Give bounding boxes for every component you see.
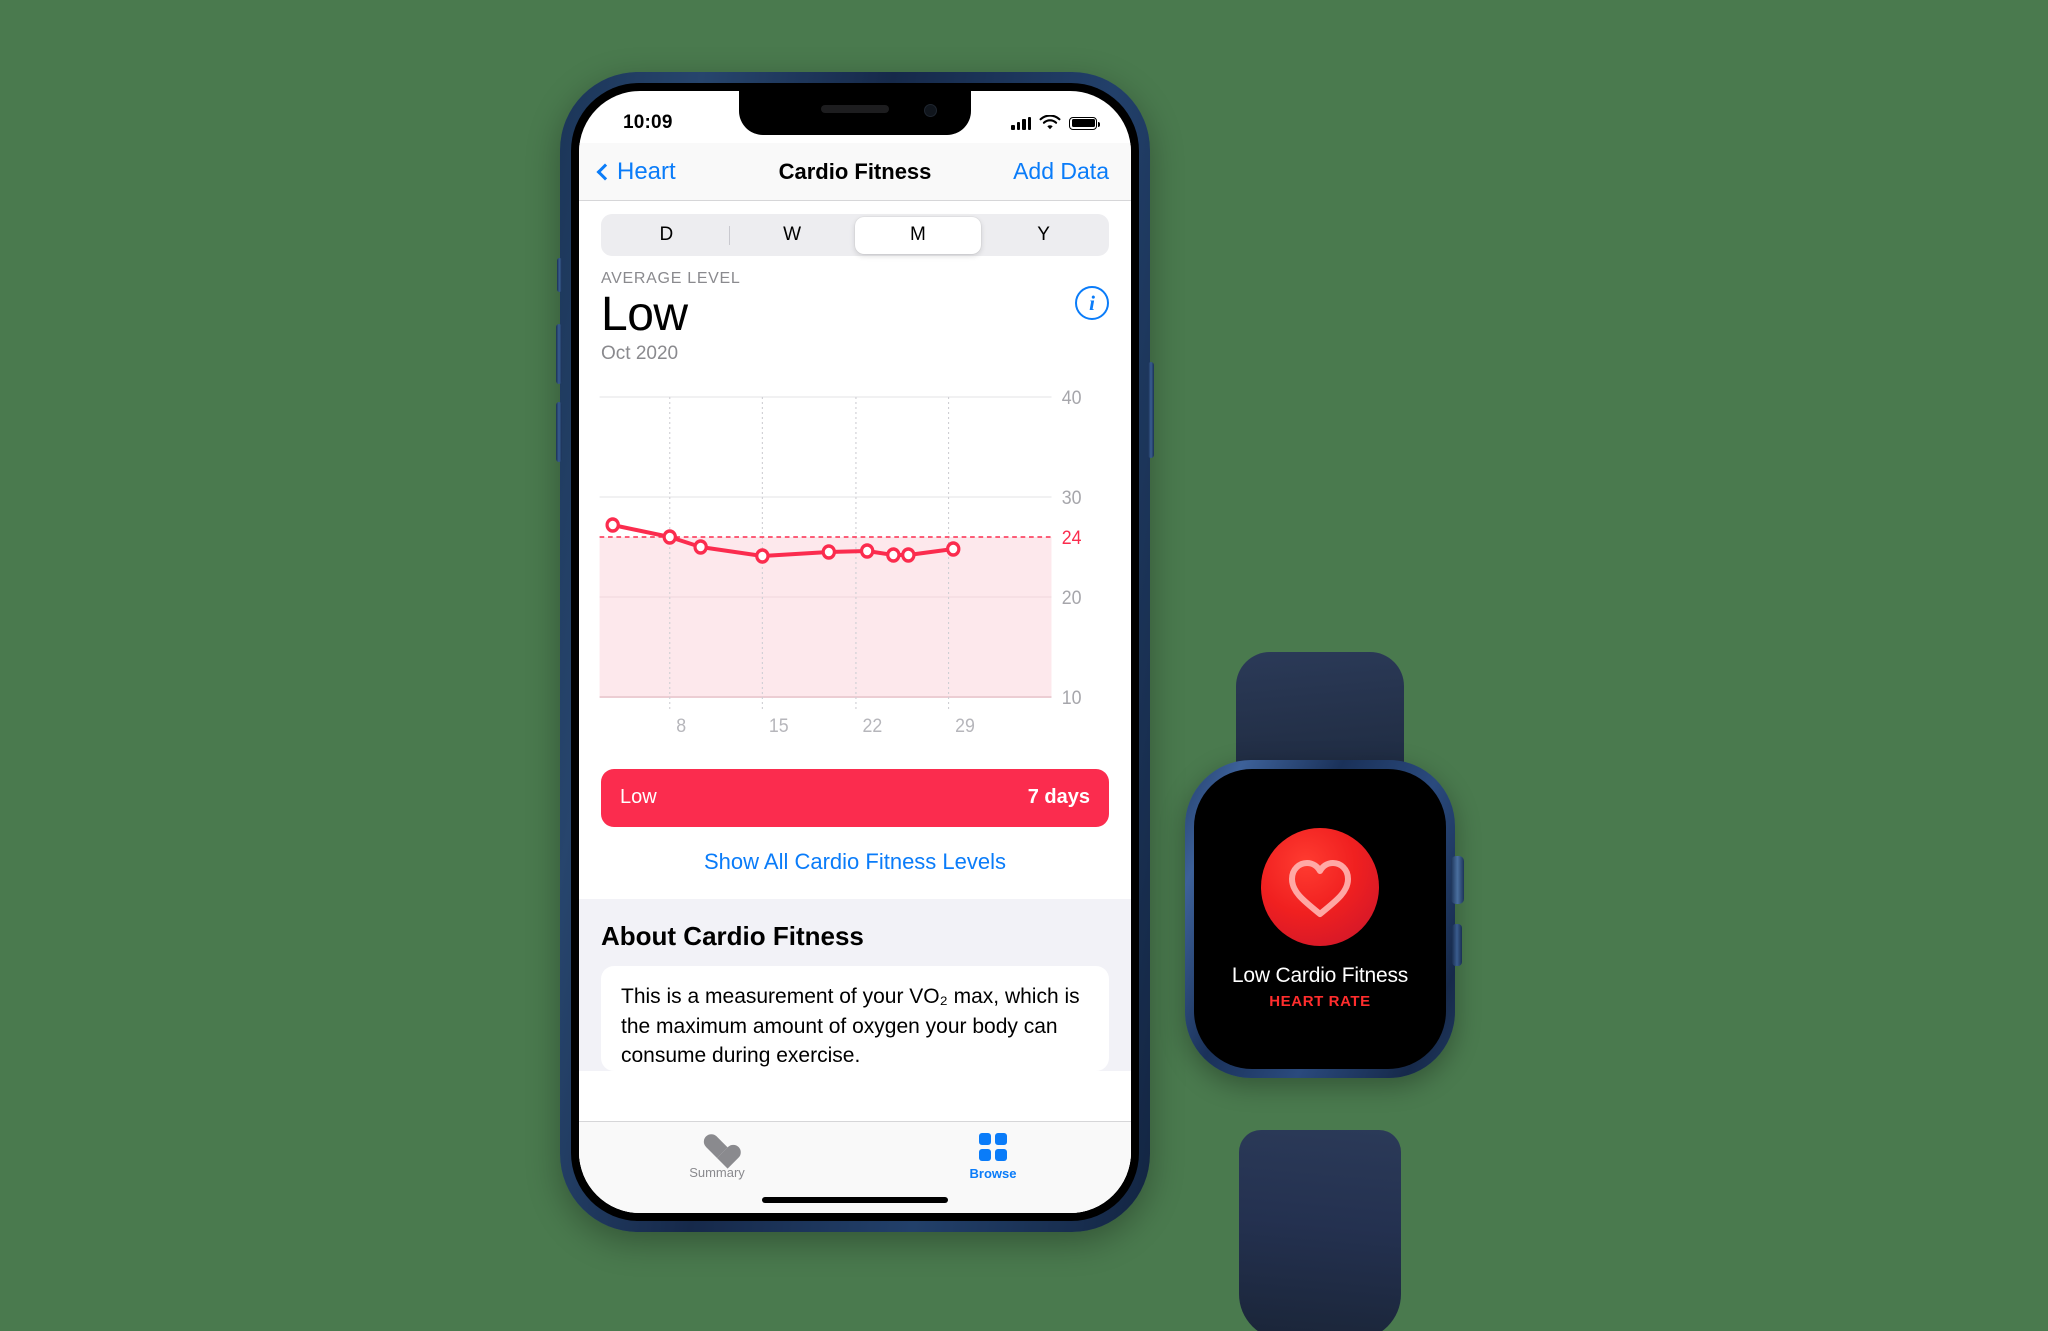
earpiece-speaker xyxy=(821,105,889,113)
iphone-device: 10:09 Heart Cardio Fitness Add Data D W … xyxy=(556,72,1154,1232)
status-bar-indicators xyxy=(1011,115,1100,131)
cardio-fitness-chart[interactable]: 40 30 24 20 10 8 15 22 29 xyxy=(579,379,1131,749)
home-indicator[interactable] xyxy=(762,1197,948,1203)
show-all-levels-link[interactable]: Show All Cardio Fitness Levels xyxy=(579,827,1131,895)
data-point xyxy=(755,548,770,564)
watch-screen: Low Cardio Fitness HEART RATE xyxy=(1194,769,1446,1069)
iphone-bezel: 10:09 Heart Cardio Fitness Add Data D W … xyxy=(571,83,1139,1221)
tab-browse-label: Browse xyxy=(969,1166,1017,1181)
xtick-15: 15 xyxy=(769,714,789,736)
wifi-icon xyxy=(1039,115,1061,130)
ytick-40: 40 xyxy=(1062,386,1082,408)
tab-summary-label: Summary xyxy=(689,1165,745,1180)
chevron-left-icon xyxy=(596,163,614,180)
status-bar-time: 10:09 xyxy=(623,112,673,133)
data-point xyxy=(886,547,901,563)
level-summary-pill[interactable]: Low 7 days xyxy=(601,768,1109,827)
average-level-value: Low xyxy=(601,288,688,341)
watch-notification-subtitle: HEART RATE xyxy=(1269,993,1371,1010)
info-icon[interactable]: i xyxy=(1075,286,1109,320)
about-card: This is a measurement of your VO₂ max, w… xyxy=(601,965,1109,1072)
iphone-screen: 10:09 Heart Cardio Fitness Add Data D W … xyxy=(579,91,1131,1213)
time-range-selector: D W M Y xyxy=(579,201,1131,256)
front-camera-icon xyxy=(924,104,937,117)
watch-side-button[interactable] xyxy=(1452,924,1462,966)
data-point xyxy=(946,541,961,557)
ytick-20: 20 xyxy=(1062,586,1082,608)
cellular-signal-icon xyxy=(1011,116,1031,130)
page-content: D W M Y AVERAGE LEVEL Low Oct 2020 i 40 … xyxy=(579,201,1131,1213)
data-point xyxy=(859,543,875,559)
chart-svg: 40 30 24 20 10 8 15 22 29 xyxy=(599,386,1082,736)
about-section-title: About Cardio Fitness xyxy=(601,920,864,951)
navigation-bar: Heart Cardio Fitness Add Data xyxy=(579,143,1131,201)
notch xyxy=(739,91,971,135)
volume-up-button[interactable] xyxy=(556,324,562,384)
date-range-label: Oct 2020 xyxy=(601,342,679,364)
xtick-29: 29 xyxy=(955,714,975,736)
about-section: About Cardio Fitness This is a measureme… xyxy=(579,898,1131,1072)
heart-icon xyxy=(1261,828,1379,946)
mute-switch[interactable] xyxy=(557,258,562,292)
power-button[interactable] xyxy=(1148,362,1154,458)
data-point xyxy=(901,547,916,563)
back-button-label: Heart xyxy=(617,157,676,185)
data-point xyxy=(605,517,620,533)
digital-crown[interactable] xyxy=(1451,856,1464,904)
level-duration: 7 days xyxy=(1027,786,1090,809)
average-level-label: AVERAGE LEVEL xyxy=(601,270,741,287)
ytick-10: 10 xyxy=(1062,686,1082,708)
grid-icon xyxy=(979,1133,1007,1161)
xtick-8: 8 xyxy=(676,714,686,736)
watch-case: Low Cardio Fitness HEART RATE xyxy=(1185,760,1464,1078)
segment-month[interactable]: M xyxy=(855,216,981,254)
heart-icon xyxy=(702,1133,732,1160)
apple-watch-device: Low Cardio Fitness HEART RATE xyxy=(1185,652,1464,1331)
segment-day[interactable]: D xyxy=(604,217,730,254)
page-title: Cardio Fitness xyxy=(778,158,932,184)
segment-year[interactable]: Y xyxy=(981,217,1107,254)
segment-week[interactable]: W xyxy=(729,217,855,254)
volume-down-button[interactable] xyxy=(556,402,562,462)
watch-notification-title: Low Cardio Fitness xyxy=(1231,964,1409,987)
level-name: Low xyxy=(620,786,657,809)
screenshot-stage: 10:09 Heart Cardio Fitness Add Data D W … xyxy=(0,0,2048,1331)
ytick-24: 24 xyxy=(1062,526,1082,548)
about-body-text: This is a measurement of your VO₂ max, w… xyxy=(621,984,1080,1068)
summary-header: AVERAGE LEVEL Low Oct 2020 i xyxy=(579,256,1131,365)
segmented-control[interactable]: D W M Y xyxy=(601,214,1109,256)
ytick-30: 30 xyxy=(1062,486,1082,508)
data-point xyxy=(821,544,837,560)
data-point xyxy=(693,539,708,555)
data-point xyxy=(662,529,677,545)
xtick-22: 22 xyxy=(862,714,882,736)
back-button[interactable]: Heart xyxy=(596,157,676,186)
battery-icon xyxy=(1069,116,1100,130)
add-data-button[interactable]: Add Data xyxy=(1013,158,1109,185)
watch-band-bottom xyxy=(1239,1130,1401,1331)
low-zone-shading xyxy=(599,536,1052,697)
heart-outline-glyph xyxy=(1289,860,1351,917)
